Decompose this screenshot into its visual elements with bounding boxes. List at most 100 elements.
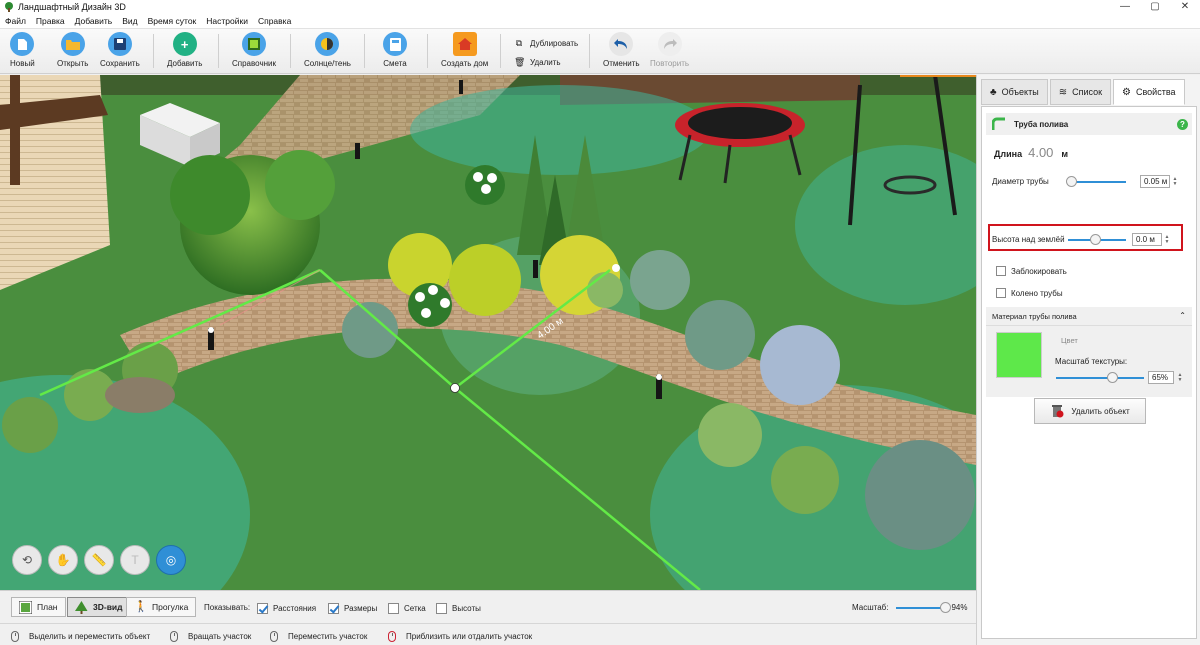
color-swatch[interactable] (996, 332, 1042, 378)
elbow-checkbox[interactable]: Колено трубы (996, 288, 1063, 298)
menu-help[interactable]: Справка (253, 16, 296, 26)
reference-button[interactable]: Справочник (232, 32, 276, 68)
status-move-area: Переместить участок (270, 631, 367, 642)
mouse-left-icon (11, 631, 19, 642)
3d-view-button[interactable]: 3D-вид (67, 597, 131, 617)
object-name: Труба полива (1014, 119, 1069, 129)
properties-panel: ♣ Объекты ≋ Список ⚙ Свойства Труба полива … (976, 75, 1200, 645)
zoom-slider[interactable] (896, 601, 952, 613)
estimate-button[interactable]: Смета (383, 32, 407, 68)
view-bar: План 3D-вид 🚶 Прогулка Показывать: Расст… (0, 590, 976, 623)
length-row: Длина 4.00 м (994, 145, 1068, 160)
pipe-icon (992, 117, 1005, 130)
new-button[interactable]: Новый (10, 32, 35, 68)
zoom-control: Масштаб: 94% (852, 601, 968, 613)
redo-button[interactable]: Повторить (650, 32, 689, 68)
open-button[interactable]: Открыть (57, 32, 88, 68)
spin-arrows-icon[interactable]: ▲ ▼ (1171, 175, 1179, 188)
status-bar: Выделить и переместить объект Вращать уч… (0, 623, 976, 645)
spin-arrows-icon[interactable]: ▲ ▼ (1176, 371, 1184, 384)
delete-object-button[interactable]: Удалить объект (1034, 398, 1146, 424)
slider-knob[interactable] (940, 601, 952, 613)
3d-viewport[interactable]: 4.00 м (0, 75, 976, 590)
zoom-value: 94% (951, 603, 968, 612)
minimize-button[interactable]: — (1110, 0, 1140, 14)
divider (986, 325, 1192, 326)
toolbar-separator (153, 34, 154, 68)
duplicate-button[interactable]: ⧉ Дублировать (514, 38, 578, 48)
menu-file[interactable]: Файл (0, 16, 31, 26)
walking-person-icon: 🚶 (134, 600, 148, 613)
text-tool-icon[interactable]: T (120, 545, 150, 575)
checkbox[interactable] (436, 603, 447, 614)
tab-objects[interactable]: ♣ Объекты (981, 79, 1048, 105)
save-button[interactable]: Сохранить (100, 32, 140, 68)
zoom-label: Масштаб: (852, 603, 889, 612)
3d-tree-icon (75, 600, 88, 614)
menu-bar: Файл Правка Добавить Вид Время суток Нас… (0, 14, 1200, 29)
slider-knob[interactable] (1090, 233, 1101, 245)
ruler-icon[interactable]: 📏 (84, 545, 114, 575)
texture-scale-label: Масштаб текстуры: (1055, 357, 1128, 366)
walk-view-button[interactable]: 🚶 Прогулка (126, 597, 197, 617)
slider-knob[interactable] (1066, 175, 1077, 187)
menu-time-of-day[interactable]: Время суток (143, 16, 202, 26)
properties-content: Труба полива ? Длина 4.00 м Диаметр труб… (981, 106, 1197, 639)
folder-icon (60, 32, 85, 56)
checkbox[interactable] (996, 266, 1006, 276)
texture-scale-input[interactable]: 65% (1148, 371, 1174, 384)
chevron-up-icon[interactable]: ⌃ (1179, 311, 1186, 320)
new-file-icon (10, 32, 35, 56)
add-button[interactable]: + Добавить (167, 32, 202, 68)
slider-knob[interactable] (1107, 372, 1118, 383)
heights-checkbox[interactable]: Высоты (436, 603, 481, 614)
app-logo-icon (5, 2, 13, 12)
irrigation-layer-icon[interactable]: ◎ (156, 545, 186, 575)
toolbar-separator (500, 34, 501, 68)
menu-view[interactable]: Вид (117, 16, 142, 26)
tab-properties[interactable]: ⚙ Свойства (1113, 79, 1185, 105)
menu-settings[interactable]: Настройки (201, 16, 253, 26)
trash-icon: 🗑 (514, 57, 526, 67)
diameter-input[interactable]: 0.05 м (1140, 175, 1170, 188)
sun-shadow-button[interactable]: Солнце/тень (304, 32, 351, 68)
redo-arrow-icon (657, 32, 682, 56)
grid-checkbox[interactable]: Сетка (388, 603, 426, 614)
plan-view-button[interactable]: План (11, 597, 66, 617)
viewport-tools: ⟲ ✋ 📏 T ◎ (12, 545, 192, 575)
checkbox[interactable] (996, 288, 1006, 298)
status-select-move: Выделить и переместить объект (11, 631, 150, 642)
diameter-label: Диаметр трубы (992, 177, 1049, 186)
delete-button[interactable]: 🗑 Удалить (514, 57, 561, 67)
height-input[interactable]: 0.0 м (1132, 233, 1162, 246)
pan-hand-icon[interactable]: ✋ (48, 545, 78, 575)
undo-button[interactable]: Отменить (603, 32, 640, 68)
orbit-tool-icon[interactable]: ⟲ (12, 545, 42, 575)
sizes-checkbox[interactable]: Размеры (328, 603, 377, 614)
tab-list[interactable]: ≋ Список (1049, 79, 1112, 105)
status-zoom: Приблизить или отдалить участок (388, 631, 532, 642)
maximize-button[interactable]: ▢ (1140, 0, 1170, 14)
length-label: Длина (994, 149, 1023, 159)
diameter-slider[interactable] (1066, 175, 1126, 187)
height-slider[interactable] (1068, 233, 1126, 245)
lock-checkbox[interactable]: Заблокировать (996, 266, 1067, 276)
undo-arrow-icon (609, 32, 634, 56)
texture-scale-slider[interactable] (1056, 372, 1144, 383)
checkbox[interactable] (388, 603, 399, 614)
checkbox[interactable] (328, 603, 339, 614)
color-label: Цвет (1061, 336, 1078, 345)
window-controls: — ▢ ✕ (1110, 0, 1200, 14)
spin-arrows-icon[interactable]: ▲ ▼ (1163, 233, 1171, 246)
menu-edit[interactable]: Правка (31, 16, 70, 26)
calculator-icon (383, 32, 407, 56)
help-icon[interactable]: ? (1177, 118, 1188, 130)
menu-add[interactable]: Добавить (70, 16, 118, 26)
plus-icon: + (172, 32, 197, 56)
create-house-button[interactable]: Создать дом (441, 32, 488, 68)
close-button[interactable]: ✕ (1170, 0, 1200, 14)
duplicate-icon: ⧉ (515, 38, 523, 48)
distances-checkbox[interactable]: Расстояния (257, 603, 316, 614)
checkbox[interactable] (257, 603, 268, 614)
layers-icon: ≋ (1058, 86, 1068, 98)
